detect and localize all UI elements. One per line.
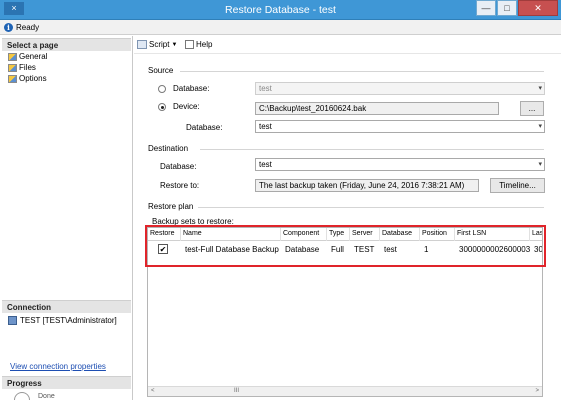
device-path-field[interactable]: C:\Backup\test_20160624.bak <box>255 102 499 115</box>
close-button[interactable]: ✕ <box>518 0 558 16</box>
page-item-files[interactable]: Files <box>8 62 36 73</box>
timeline-button[interactable]: Timeline... <box>490 178 545 193</box>
source-backup-database-select[interactable]: test ▾ <box>255 120 545 133</box>
destination-group-label: Destination <box>148 144 189 153</box>
device-radio-label: Device: <box>173 102 200 111</box>
connection-label: TEST [TEST\Administrator] <box>20 316 117 325</box>
page-icon <box>8 52 17 61</box>
database-radio[interactable] <box>158 85 166 93</box>
source-database-label: Database: <box>186 123 223 132</box>
destination-database-select[interactable]: test ▾ <box>255 158 545 171</box>
script-label: Script <box>149 40 170 49</box>
destination-database-value: test <box>259 160 272 169</box>
connection-item: TEST [TEST\Administrator] <box>8 316 117 325</box>
page-item-options[interactable]: Options <box>8 73 47 84</box>
view-connection-properties-link[interactable]: View connection properties <box>10 362 106 371</box>
scroll-right-icon[interactable]: > <box>535 388 539 394</box>
destination-database-label: Database: <box>160 162 197 171</box>
title-bar: × Restore Database - test — □ ✕ <box>0 0 561 20</box>
script-icon <box>137 40 147 49</box>
scroll-grip-icon[interactable]: III <box>234 388 239 394</box>
toolbar: Script ▼ Help <box>134 36 561 54</box>
page-item-label: Options <box>19 74 47 83</box>
info-icon: i <box>4 23 13 32</box>
chevron-down-icon: ▾ <box>538 161 542 168</box>
chevron-down-icon: ▾ <box>538 85 542 92</box>
source-group-label: Source <box>148 66 174 75</box>
chevron-down-icon: ▾ <box>538 123 542 130</box>
status-bar: i Ready <box>0 20 561 35</box>
status-text: Ready <box>16 23 40 32</box>
restore-to-field: The last backup taken (Friday, June 24, … <box>255 179 479 192</box>
progress-spinner-icon <box>14 392 30 400</box>
server-icon <box>8 316 17 325</box>
restore-to-label: Restore to: <box>160 181 200 190</box>
source-database-select[interactable]: test ▾ <box>255 82 545 95</box>
source-database-value: test <box>259 84 272 93</box>
horizontal-scrollbar[interactable]: < III > <box>148 386 542 396</box>
help-label: Help <box>196 40 213 49</box>
device-radio[interactable] <box>158 103 166 111</box>
progress-text: Done <box>38 393 55 400</box>
select-page-header: Select a page <box>2 38 131 51</box>
scroll-left-icon[interactable]: < <box>151 388 155 394</box>
maximize-button[interactable]: □ <box>497 0 517 16</box>
connection-header: Connection <box>2 300 131 313</box>
page-icon <box>8 74 17 83</box>
progress-header: Progress <box>2 376 131 389</box>
help-button[interactable]: Help <box>185 40 212 49</box>
page-icon <box>8 63 17 72</box>
divider <box>198 207 544 208</box>
minimize-button[interactable]: — <box>476 0 496 16</box>
page-item-general[interactable]: General <box>8 51 47 62</box>
left-panel: Select a page General Files Options Conn… <box>0 36 133 400</box>
highlight-box <box>145 225 546 267</box>
help-icon <box>185 40 194 49</box>
database-radio-label: Database: <box>173 84 210 93</box>
page-item-label: Files <box>19 63 36 72</box>
restore-plan-group-label: Restore plan <box>148 202 194 211</box>
page-item-label: General <box>19 52 48 61</box>
divider <box>180 71 544 72</box>
browse-button[interactable]: ... <box>520 101 544 116</box>
source-backup-database-value: test <box>259 122 272 131</box>
script-button[interactable]: Script ▼ <box>137 40 177 49</box>
chevron-down-icon: ▼ <box>171 41 178 48</box>
divider <box>200 149 544 150</box>
